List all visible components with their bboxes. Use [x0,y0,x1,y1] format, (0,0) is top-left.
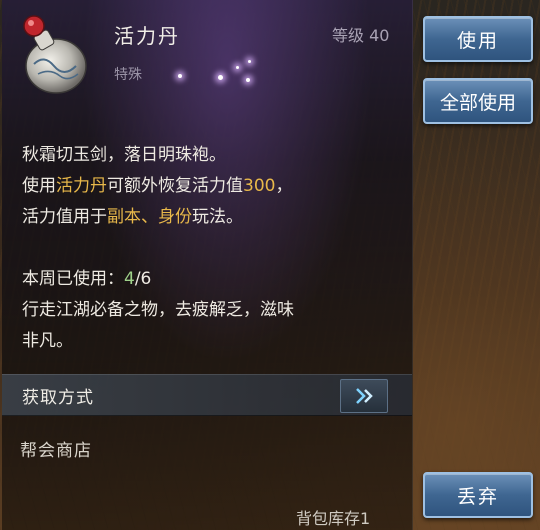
drop-button[interactable]: 丢弃 [423,472,533,518]
item-name: 活力丹 [114,24,180,48]
usage-highlight: 副本、身份 [107,207,192,227]
sparkle-decoration [246,78,250,82]
flavor-text: 行走江湖必备之物，去疲解乏，滋味 [22,300,294,320]
use-all-button[interactable]: 全部使用 [423,78,533,124]
acquire-source[interactable]: 帮会商店 [20,436,92,461]
item-type: 特殊 [114,67,142,83]
item-level: 等级 40 [332,22,389,46]
weekly-total: /6 [134,269,152,289]
description-line: 使用活力丹可额外恢复活力值300， [22,176,293,196]
sparkle-decoration [248,60,251,63]
use-button[interactable]: 使用 [423,16,533,62]
description-line: 活力值用于副本、身份玩法。 [22,207,243,227]
item-name-highlight: 活力丹 [56,176,107,196]
inventory-count: 背包库存1 [296,509,371,528]
item-description: 秋霜切玉剑，落日明珠袍。 使用活力丹可额外恢复活力值300， 活力值用于副本、身… [22,140,402,357]
arrow-right-icon [356,388,373,404]
description-line: 秋霜切玉剑，落日明珠袍。 [22,145,226,165]
sparkle-decoration [178,74,182,78]
acquire-method-button[interactable] [340,379,388,413]
recover-value: 300 [243,176,276,196]
level-value: 40 [369,26,390,45]
sparkle-decoration [236,66,239,69]
sparkle-decoration [218,75,223,80]
level-label: 等级 [332,26,365,45]
weekly-used-count: 4 [124,269,135,289]
potion-bottle-icon [10,8,98,96]
weekly-usage: 本周已使用：4/6 [22,269,152,289]
acquire-method-bar: 获取方式 [2,374,412,416]
acquire-method-label: 获取方式 [22,388,94,408]
flavor-text: 非凡。 [22,331,73,351]
